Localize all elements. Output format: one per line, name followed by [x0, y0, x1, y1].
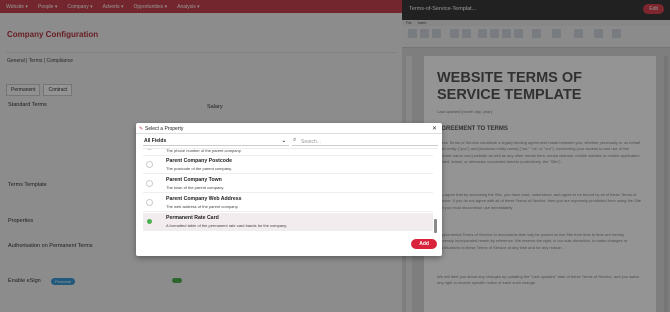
select-property-modal: ✎ Select a Property ✕ All Fields ⌄ ⌕ Sea… [136, 123, 442, 256]
close-icon[interactable]: ✕ [432, 125, 437, 132]
add-button[interactable]: Add [411, 239, 437, 249]
scrollbar-thumb[interactable] [434, 219, 437, 233]
list-item[interactable]: Parent Company Postcode The postcode of … [143, 156, 433, 174]
list-scrollbar[interactable] [434, 151, 437, 233]
search-placeholder: Search... [301, 139, 322, 145]
radio-button-checked[interactable] [146, 218, 153, 225]
property-name: Permanent Rate Card [166, 215, 219, 221]
search-icon: ⌕ [293, 137, 297, 143]
modal-title: Select a Property [145, 126, 184, 132]
modal-header: ✎ Select a Property ✕ [136, 123, 442, 134]
chevron-down-icon: ⌄ [281, 138, 286, 144]
property-description: The postcode of the parent company. [166, 166, 232, 171]
pencil-icon: ✎ [139, 126, 144, 132]
list-item-selected[interactable]: Permanent Rate Card A formatted table of… [143, 213, 433, 231]
property-name: Parent Company Web Address [166, 196, 242, 202]
property-name: Parent Company Postcode [166, 158, 233, 164]
list-item[interactable]: Parent Company Town The town of the pare… [143, 175, 433, 193]
property-name: Parent Company Town [166, 177, 222, 183]
search-input[interactable]: ⌕ Search... [292, 137, 438, 146]
property-description: A formatted table of the permanent rate … [166, 223, 288, 228]
radio-button[interactable] [146, 180, 153, 187]
property-description: The phone number of the parent company. [166, 148, 242, 153]
property-list: The phone number of the parent company. … [143, 148, 438, 234]
radio-button[interactable] [146, 199, 153, 206]
radio-button[interactable] [146, 161, 153, 168]
field-filter-value: All Fields [144, 138, 167, 144]
field-filter-select[interactable]: All Fields ⌄ [143, 138, 289, 146]
property-description: The web address of the parent company. [166, 204, 239, 209]
radio-button[interactable] [146, 149, 153, 150]
property-description: The town of the parent company. [166, 185, 225, 190]
list-item[interactable]: Parent Company Web Address The web addre… [143, 194, 433, 212]
list-item[interactable]: The phone number of the parent company. [143, 148, 433, 156]
